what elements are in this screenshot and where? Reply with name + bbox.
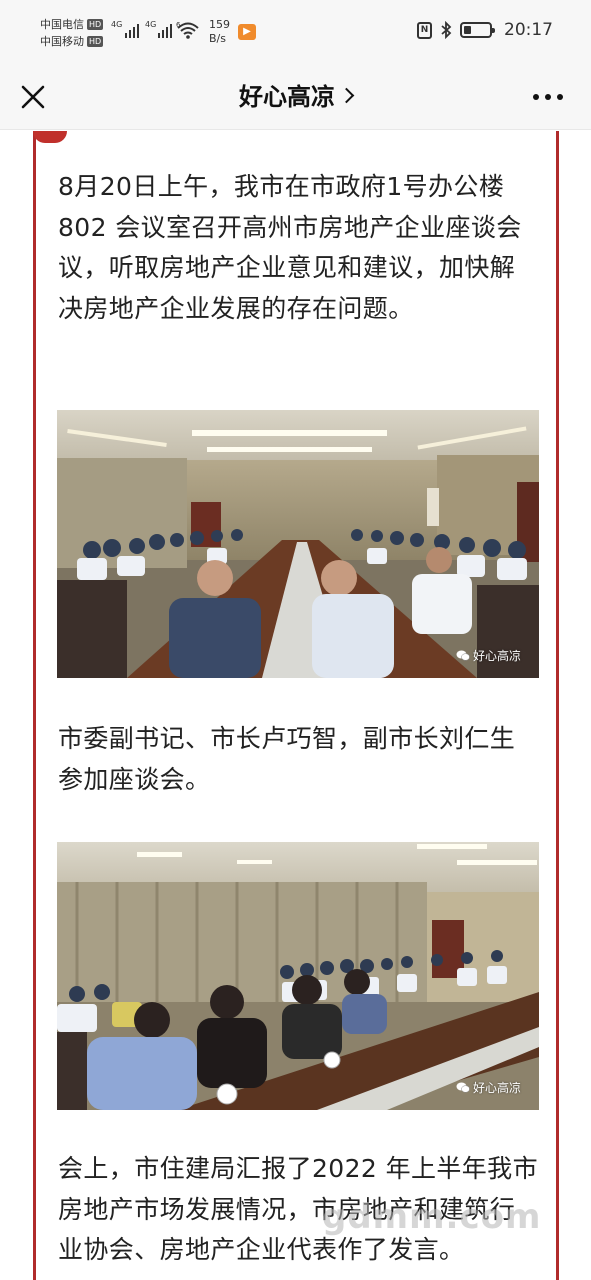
network-type-2: 4G: [145, 20, 157, 29]
wifi-level-label: 6: [176, 21, 181, 29]
hd-badge: HD: [87, 36, 104, 47]
battery-icon: [460, 22, 495, 38]
carrier1-label: 中国电信: [40, 18, 84, 31]
article-body: 8月20日上午，我市在市政府1号办公楼 802 会议室召开高州市房地产企业座谈会…: [33, 131, 559, 1280]
decorative-corner: [33, 131, 67, 143]
photo-watermark-label: 好心高凉: [472, 1081, 521, 1095]
nfc-icon: N: [417, 21, 432, 39]
app-notification-icon: ▶: [238, 24, 256, 40]
photo-watermark-label: 好心高凉: [472, 649, 521, 663]
hd-badge: HD: [87, 19, 104, 30]
bluetooth-icon: [441, 21, 452, 39]
chevron-right-icon: [338, 87, 355, 104]
meeting-photo[interactable]: 好心高凉: [57, 842, 539, 1110]
meeting-photo[interactable]: 好心高凉: [57, 410, 539, 678]
account-title-link[interactable]: 好心高凉: [0, 80, 591, 114]
photo-watermark: 好心高凉: [456, 1079, 521, 1096]
signal-bars-icon: [158, 22, 172, 38]
status-bar: 中国电信 HD 中国移动 HD 4G 4G 6 159 B/s ▶ N 20:17: [0, 0, 591, 66]
photo-watermark: 好心高凉: [456, 647, 521, 664]
network-speed: 159 B/s: [209, 18, 230, 46]
carrier2-label: 中国移动: [40, 35, 84, 48]
site-watermark: gdmm.com: [322, 1197, 542, 1237]
carrier-info: 中国电信 HD 中国移动 HD: [40, 16, 104, 50]
article-paragraph: 8月20日上午，我市在市政府1号办公楼 802 会议室召开高州市房地产企业座谈会…: [58, 172, 522, 323]
wechat-icon: [456, 1082, 470, 1093]
wechat-icon: [456, 650, 470, 661]
nav-header: 好心高凉: [0, 66, 591, 130]
speed-value: 159: [209, 18, 230, 31]
wifi-icon: 6: [176, 21, 199, 39]
page-title: 好心高凉: [239, 83, 335, 111]
article-paragraph: 市委副书记、市长卢巧智，副市长刘仁生参加座谈会。: [58, 724, 516, 794]
status-time: 20:17: [504, 20, 553, 40]
more-icon[interactable]: [533, 94, 563, 100]
signal-bars-icon: [125, 22, 139, 38]
speed-unit: B/s: [209, 32, 226, 45]
network-type-1: 4G: [111, 20, 123, 29]
system-icons: N 20:17: [417, 20, 553, 40]
